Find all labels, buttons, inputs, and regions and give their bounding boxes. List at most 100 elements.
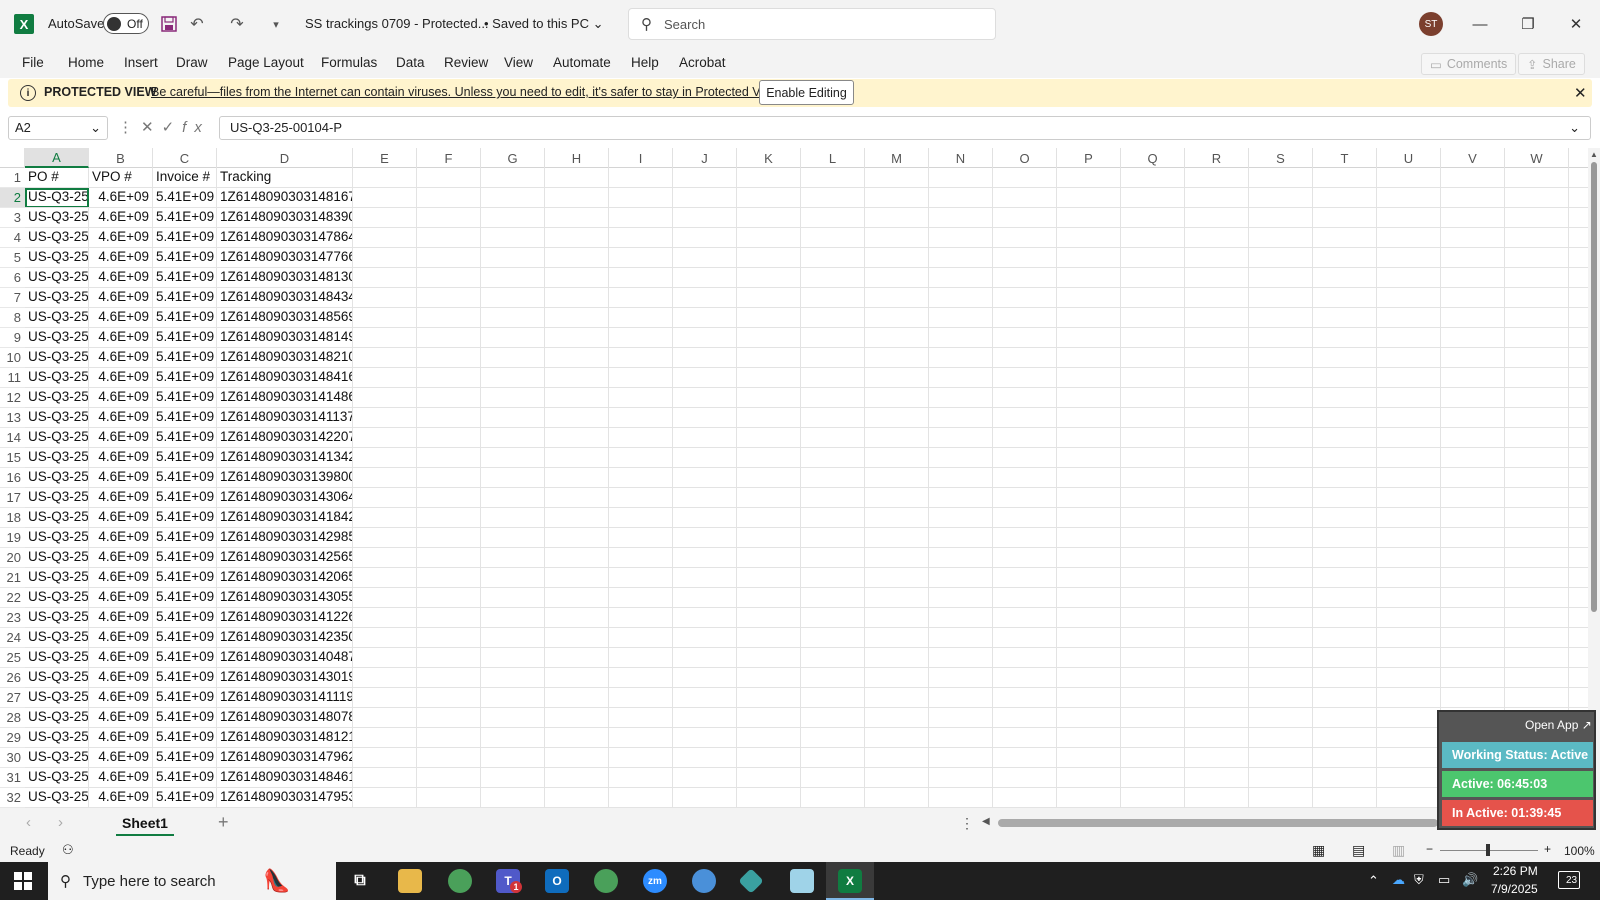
table-cell[interactable]: 4.6E+09 — [89, 388, 153, 408]
row-header[interactable]: 4 — [0, 228, 25, 248]
table-cell[interactable]: US-Q3-25- — [25, 688, 89, 708]
table-cell[interactable]: 5.41E+09 — [153, 428, 217, 448]
table-cell[interactable]: US-Q3-25- — [25, 188, 89, 208]
table-cell[interactable]: 5.41E+09 — [153, 728, 217, 748]
name-box[interactable]: A2 ⌄ — [8, 116, 108, 140]
table-cell[interactable]: 5.41E+09 — [153, 508, 217, 528]
table-cell[interactable]: US-Q3-25- — [25, 408, 89, 428]
column-header-w[interactable]: W — [1505, 148, 1569, 168]
page-break-view-icon[interactable]: ▥ — [1392, 842, 1405, 859]
column-header-f[interactable]: F — [417, 148, 481, 168]
column-header-o[interactable]: O — [993, 148, 1057, 168]
table-cell[interactable]: US-Q3-25- — [25, 228, 89, 248]
outlook-icon[interactable]: O — [545, 869, 569, 893]
row-header[interactable]: 30 — [0, 748, 25, 768]
table-cell[interactable]: US-Q3-25- — [25, 708, 89, 728]
table-cell[interactable]: 1Z6148090303147766 — [217, 248, 353, 268]
formula-input[interactable]: US-Q3-25-00104-P ⌄ — [219, 116, 1591, 140]
table-cell[interactable]: 5.41E+09 — [153, 448, 217, 468]
column-header-l[interactable]: L — [801, 148, 865, 168]
row-header[interactable]: 12 — [0, 388, 25, 408]
row-header[interactable]: 18 — [0, 508, 25, 528]
sheet-tab-sheet1[interactable]: Sheet1 — [116, 812, 174, 836]
table-cell[interactable]: 4.6E+09 — [89, 768, 153, 788]
table-cell[interactable]: 1Z6148090303141486 — [217, 388, 353, 408]
table-cell[interactable]: 4.6E+09 — [89, 188, 153, 208]
column-header-d[interactable]: D — [217, 148, 353, 168]
table-cell[interactable]: 5.41E+09 — [153, 548, 217, 568]
table-cell[interactable]: 4.6E+09 — [89, 568, 153, 588]
search-input[interactable]: ⚲ Search — [628, 8, 996, 40]
table-cell[interactable]: 4.6E+09 — [89, 448, 153, 468]
zoom-icon[interactable]: zm — [643, 869, 667, 893]
header-cell[interactable]: Tracking — [217, 168, 353, 188]
add-sheet-button[interactable]: + — [218, 812, 229, 833]
task-view-icon[interactable]: ⧉ — [348, 869, 372, 893]
table-cell[interactable]: US-Q3-25- — [25, 528, 89, 548]
table-cell[interactable]: US-Q3-25- — [25, 428, 89, 448]
close-icon[interactable]: ✕ — [1574, 84, 1587, 102]
minimize-icon[interactable]: — — [1468, 12, 1492, 36]
row-header[interactable]: 21 — [0, 568, 25, 588]
table-cell[interactable]: 4.6E+09 — [89, 788, 153, 808]
table-cell[interactable]: US-Q3-25- — [25, 488, 89, 508]
table-cell[interactable]: 4.6E+09 — [89, 688, 153, 708]
table-cell[interactable]: US-Q3-25- — [25, 608, 89, 628]
table-cell[interactable]: US-Q3-25- — [25, 288, 89, 308]
table-cell[interactable]: 1Z6148090303141342 — [217, 448, 353, 468]
row-header[interactable]: 15 — [0, 448, 25, 468]
normal-view-icon[interactable]: ▦ — [1312, 842, 1325, 859]
table-cell[interactable]: 1Z6148090303142985 — [217, 528, 353, 548]
table-cell[interactable]: 1Z6148090303142350 — [217, 628, 353, 648]
column-header-q[interactable]: Q — [1121, 148, 1185, 168]
table-cell[interactable]: 4.6E+09 — [89, 668, 153, 688]
tab-formulas[interactable]: Formulas — [321, 55, 377, 70]
row-header[interactable]: 29 — [0, 728, 25, 748]
table-cell[interactable]: 4.6E+09 — [89, 228, 153, 248]
table-cell[interactable]: US-Q3-25- — [25, 668, 89, 688]
table-cell[interactable]: 5.41E+09 — [153, 208, 217, 228]
table-cell[interactable]: US-Q3-25- — [25, 788, 89, 808]
zoom-slider-thumb[interactable] — [1486, 844, 1490, 856]
row-header[interactable]: 23 — [0, 608, 25, 628]
table-cell[interactable]: 1Z6148090303141842 — [217, 508, 353, 528]
table-cell[interactable]: 4.6E+09 — [89, 208, 153, 228]
tab-insert[interactable]: Insert — [124, 55, 158, 70]
table-cell[interactable]: 1Z6148090303139800 — [217, 468, 353, 488]
table-cell[interactable]: US-Q3-25- — [25, 368, 89, 388]
tab-automate[interactable]: Automate — [553, 55, 611, 70]
onedrive-icon[interactable]: ☁ — [1392, 872, 1405, 888]
table-cell[interactable]: 1Z6148090303143064 — [217, 488, 353, 508]
redo-icon[interactable]: ↷ — [226, 13, 248, 35]
notification-icon[interactable]: 23 — [1558, 871, 1580, 889]
column-header-k[interactable]: K — [737, 148, 801, 168]
table-cell[interactable]: 4.6E+09 — [89, 708, 153, 728]
table-cell[interactable]: 4.6E+09 — [89, 428, 153, 448]
notepad-icon[interactable] — [790, 869, 814, 893]
table-cell[interactable]: 4.6E+09 — [89, 588, 153, 608]
more-options-icon[interactable]: ⋮ — [960, 815, 974, 832]
protected-view-message[interactable]: Be careful—files from the Internet can c… — [151, 85, 782, 99]
windows-start-icon[interactable] — [14, 872, 32, 893]
table-cell[interactable]: 5.41E+09 — [153, 528, 217, 548]
table-cell[interactable]: 5.41E+09 — [153, 228, 217, 248]
table-cell[interactable]: 1Z6148090303143019 — [217, 668, 353, 688]
teams-icon[interactable]: T1 — [496, 869, 522, 893]
tab-file[interactable]: File — [22, 55, 44, 70]
row-header[interactable]: 14 — [0, 428, 25, 448]
scrollbar-thumb[interactable] — [1591, 162, 1597, 612]
table-cell[interactable]: 1Z6148090303147953 — [217, 788, 353, 808]
row-header[interactable]: 24 — [0, 628, 25, 648]
row-header[interactable]: 11 — [0, 368, 25, 388]
app-diamond-icon[interactable] — [738, 868, 764, 894]
row-header[interactable]: 1 — [0, 168, 25, 188]
scroll-left-icon[interactable]: ◀ — [982, 816, 990, 827]
next-sheet-icon[interactable]: › — [58, 814, 63, 831]
table-cell[interactable]: 1Z6148090303141226 — [217, 608, 353, 628]
column-header-j[interactable]: J — [673, 148, 737, 168]
restore-icon[interactable]: ❐ — [1516, 12, 1540, 36]
column-header-a[interactable]: A — [25, 148, 89, 168]
chrome-alt-icon[interactable] — [692, 869, 716, 893]
taskbar-time[interactable]: 2:26 PM — [1493, 864, 1538, 878]
row-header[interactable]: 17 — [0, 488, 25, 508]
